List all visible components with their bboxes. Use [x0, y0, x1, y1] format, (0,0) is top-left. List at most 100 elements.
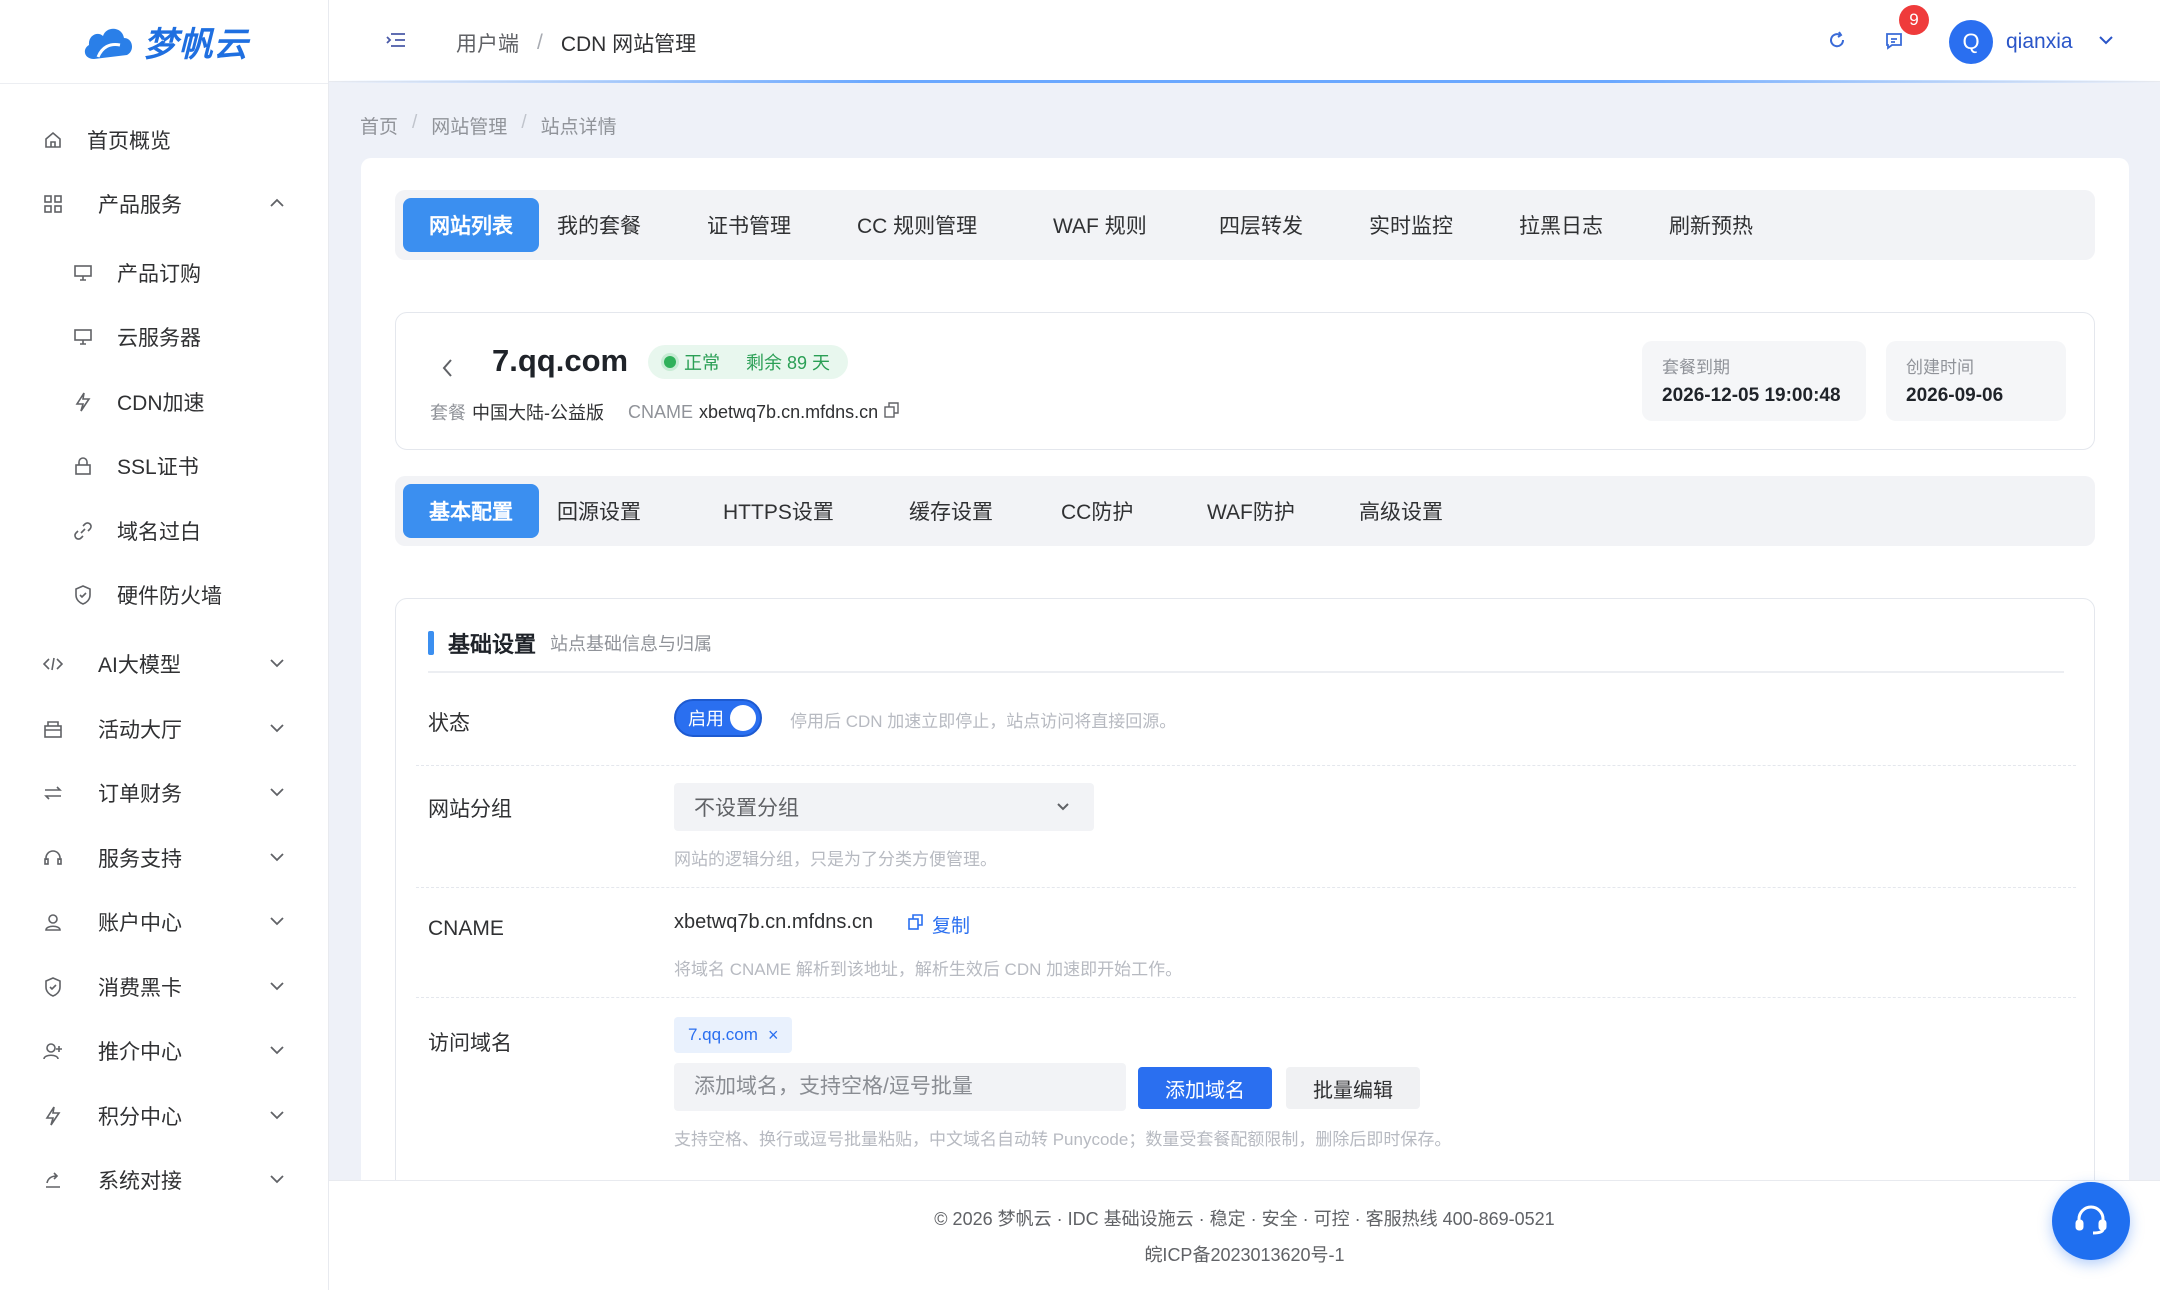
group-label: 网站分组: [428, 798, 512, 821]
tab-cache-settings[interactable]: 缓存设置: [883, 484, 1019, 538]
avatar[interactable]: Q: [1949, 20, 1993, 64]
sidebar-item-integration[interactable]: 系统对接: [0, 1152, 329, 1208]
sidebar-item-account[interactable]: 账户中心: [0, 894, 329, 950]
copy-icon[interactable]: [884, 401, 900, 423]
chevron-left-icon[interactable]: [440, 357, 454, 384]
logo[interactable]: 梦帆云: [0, 0, 328, 84]
sidebar-item-support[interactable]: 服务支持: [0, 830, 329, 886]
cname-value: xbetwq7b.cn.mfdns.cn: [699, 401, 879, 422]
sidebar-item-label: 首页概览: [87, 130, 171, 153]
customer-service-button[interactable]: [2052, 1182, 2130, 1260]
domain-label: 访问域名: [428, 1032, 512, 1055]
chevron-down-icon: [269, 1107, 285, 1125]
sidebar-item-ai-model[interactable]: AI大模型: [0, 636, 329, 692]
section-divider: [428, 671, 2064, 673]
batch-edit-button[interactable]: 批量编辑: [1286, 1067, 1420, 1109]
headset-icon: [2073, 1201, 2109, 1242]
sidebar-item-referral[interactable]: 推介中心: [0, 1023, 329, 1079]
chevron-down-icon: [269, 913, 285, 931]
breadcrumb: 首页 / 网站管理 / 站点详情: [360, 112, 617, 139]
close-icon[interactable]: ×: [768, 1025, 779, 1046]
tab-basic-config[interactable]: 基本配置: [403, 484, 539, 538]
tab-waf-rules[interactable]: WAF 规则: [1027, 198, 1173, 252]
sidebar-item-cloud-server[interactable]: 云服务器: [0, 309, 329, 365]
status-toggle[interactable]: 启用: [674, 699, 762, 737]
sidebar-item-orders-finance[interactable]: 订单财务: [0, 765, 329, 821]
chevron-down-icon: [1054, 797, 1072, 821]
group-select[interactable]: 不设置分组: [674, 783, 1094, 831]
tab-realtime-monitor[interactable]: 实时监控: [1343, 198, 1479, 252]
sidebar-item-ssl[interactable]: SSL证书: [0, 438, 329, 494]
tab-my-packages[interactable]: 我的套餐: [531, 198, 667, 252]
chevron-down-icon[interactable]: [2097, 33, 2115, 51]
group-hint: 网站的逻辑分组，只是为了分类方便管理。: [674, 850, 997, 869]
cname-hint: 将域名 CNAME 解析到该地址，解析生效后 CDN 加速即开始工作。: [674, 960, 1183, 979]
sidebar-item-label: CDN加速: [117, 392, 205, 415]
sidebar-item-cdn[interactable]: CDN加速: [0, 374, 329, 430]
breadcrumb-item[interactable]: 首页: [360, 112, 398, 139]
sidebar-menu: 首页概览 产品服务 产品订购 云服务器 CDN加速 SSL证书 域名过白 硬件防…: [0, 84, 328, 1193]
site-summary-card: 7.qq.com 正常 剩余 89 天 套餐 中国大陆-公益版 CNAME xb…: [395, 312, 2095, 450]
sidebar-item-hardware-firewall[interactable]: 硬件防火墙: [0, 567, 329, 623]
sidebar-item-label: 域名过白: [117, 521, 201, 544]
expire-info: 套餐到期 2026-12-05 19:00:48: [1642, 341, 1866, 421]
menu-fold-icon[interactable]: [385, 30, 407, 55]
add-domain-button[interactable]: 添加域名: [1138, 1067, 1272, 1109]
tab-l4-forwarding[interactable]: 四层转发: [1193, 198, 1329, 252]
chevron-down-icon: [269, 1171, 285, 1189]
message-icon[interactable]: [1883, 30, 1905, 57]
swap-icon: [42, 782, 64, 804]
chevron-down-icon: [269, 720, 285, 738]
copy-cname-button[interactable]: 复制: [908, 911, 970, 938]
sidebar-item-label: 服务支持: [98, 848, 182, 871]
tab-origin-settings[interactable]: 回源设置: [531, 484, 667, 538]
footer-icp[interactable]: 皖ICP备2023013620号-1: [329, 1241, 2160, 1267]
refresh-icon[interactable]: [1827, 30, 1847, 55]
sidebar-item-activity[interactable]: 活动大厅: [0, 701, 329, 757]
tab-refresh-preheat[interactable]: 刷新预热: [1643, 198, 1779, 252]
tab-waf-protection[interactable]: WAF防护: [1181, 484, 1321, 538]
tab-certificates[interactable]: 证书管理: [681, 198, 817, 252]
sidebar-item-label: 硬件防火墙: [117, 585, 222, 608]
tab-cc-rules[interactable]: CC 规则管理: [831, 198, 1003, 252]
sidebar-item-label: 系统对接: [98, 1170, 182, 1193]
sidebar-item-label: 订单财务: [98, 783, 182, 806]
tab-blacklist-log[interactable]: 拉黑日志: [1493, 198, 1629, 252]
brand-name: 梦帆云: [143, 26, 249, 64]
tab-https-settings[interactable]: HTTPS设置: [697, 484, 860, 538]
sidebar-item-home[interactable]: 首页概览: [0, 112, 329, 168]
package-key: 套餐: [430, 403, 466, 423]
tab-site-list[interactable]: 网站列表: [403, 198, 539, 252]
breadcrumb-item[interactable]: 网站管理: [431, 112, 507, 139]
add-domain-input[interactable]: [674, 1063, 1126, 1111]
sidebar-item-label: 积分中心: [98, 1106, 182, 1129]
header-breadcrumb: 用户端 / CDN 网站管理: [456, 28, 696, 58]
chevron-down-icon: [269, 784, 285, 802]
created-key: 创建时间: [1906, 358, 1974, 377]
sidebar-item-product-order[interactable]: 产品订购: [0, 245, 329, 301]
chevron-down-icon: [269, 1042, 285, 1060]
sidebar-item-points[interactable]: 积分中心: [0, 1088, 329, 1144]
copy-text: 复制: [932, 916, 971, 937]
monitor-icon: [72, 326, 94, 348]
status-hint: 停用后 CDN 加速立即停止，站点访问将直接回源。: [790, 712, 1177, 731]
header-breadcrumb-item[interactable]: 用户端: [456, 28, 519, 58]
sidebar-item-label: 账户中心: [98, 912, 182, 935]
section-title-text: 基础设置: [448, 632, 537, 657]
username[interactable]: qianxia: [2006, 30, 2073, 54]
expire-value: 2026-12-05 19:00:48: [1662, 385, 1841, 406]
grid-icon: [42, 193, 64, 215]
sidebar-item-domain-whitelist[interactable]: 域名过白: [0, 503, 329, 559]
status-badge: 正常 剩余 89 天: [648, 345, 849, 379]
gift-icon: [42, 718, 64, 740]
toggle-knob: [730, 705, 756, 731]
breadcrumb-separator: /: [521, 112, 527, 133]
tab-advanced-settings[interactable]: 高级设置: [1333, 484, 1469, 538]
tab-cc-protection[interactable]: CC防护: [1035, 484, 1159, 538]
toggle-text: 启用: [688, 709, 724, 729]
domain-hint: 支持空格、换行或逗号批量粘贴，中文域名自动转 Punycode；数量受套餐配额限…: [674, 1130, 1452, 1149]
chevron-down-icon: [269, 978, 285, 996]
sidebar-item-product-services[interactable]: 产品服务: [0, 176, 329, 232]
sidebar-item-black-card[interactable]: 消费黑卡: [0, 959, 329, 1015]
basic-settings-form: 基础设置 站点基础信息与归属 状态 启用 停用后 CDN 加速立即停止，站点访问…: [395, 598, 2095, 1238]
